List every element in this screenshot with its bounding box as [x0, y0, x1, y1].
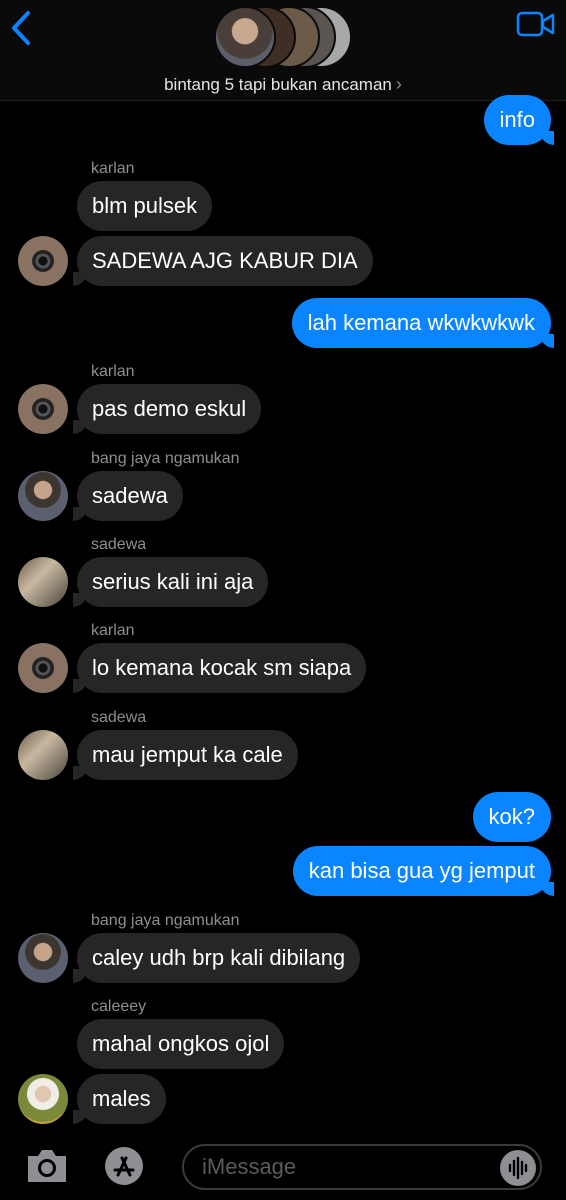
incoming-message[interactable]: blm pulsek — [77, 181, 213, 231]
incoming-message[interactable]: mau jemput ka cale — [77, 730, 298, 780]
chevron-right-icon: › — [395, 74, 402, 94]
outgoing-message[interactable]: kok? — [472, 792, 551, 842]
bubble-tail — [73, 766, 87, 780]
avatar-bang-jaya[interactable] — [18, 471, 68, 521]
sender-name: bang jaya ngamukan — [91, 450, 240, 467]
bubble-tail — [73, 593, 87, 607]
outgoing-message[interactable]: lah kemana wkwkwkwk — [291, 298, 551, 348]
sender-name: karlan — [91, 363, 135, 380]
incoming-message[interactable]: mahal ongkos ojol — [77, 1019, 285, 1069]
sender-name: caleeey — [91, 998, 147, 1015]
avatar-caleeey[interactable] — [18, 1074, 68, 1124]
group-title[interactable]: bintang 5 tapi bukan ancaman › — [0, 74, 566, 95]
bubble-tail — [73, 1110, 87, 1124]
avatar-karlan[interactable] — [18, 384, 68, 434]
video-call-button[interactable] — [516, 10, 556, 38]
imessage-placeholder: iMessage — [202, 1154, 297, 1179]
conversation-header: bintang 5 tapi bukan ancaman › — [0, 0, 566, 101]
sender-name: sadewa — [91, 536, 147, 553]
camera-icon — [28, 1150, 66, 1182]
audio-waveform-icon — [508, 1156, 528, 1180]
bubble-tail — [540, 131, 554, 145]
camera-button[interactable] — [24, 1146, 70, 1186]
incoming-message[interactable]: SADEWA AJG KABUR DIA — [77, 236, 373, 286]
incoming-message[interactable]: lo kemana kocak sm siapa — [77, 643, 367, 693]
incoming-message[interactable]: caley udh brp kali dibilang — [77, 933, 361, 983]
outgoing-message[interactable]: kan bisa gua yg jemput — [292, 846, 551, 896]
avatar-sadewa[interactable] — [18, 557, 68, 607]
imessage-input[interactable]: iMessage — [182, 1144, 542, 1190]
bubble-tail — [73, 679, 87, 693]
avatar-karlan[interactable] — [18, 643, 68, 693]
chevron-left-icon — [12, 11, 30, 45]
avatar-karlan[interactable] — [18, 236, 68, 286]
bubble-tail — [73, 420, 87, 434]
group-avatar-stack[interactable] — [214, 6, 354, 68]
group-avatar-1 — [214, 6, 276, 68]
bubble-tail — [540, 882, 554, 896]
sender-name: bang jaya ngamukan — [91, 912, 240, 929]
app-store-icon — [105, 1147, 143, 1185]
group-name: bintang 5 tapi bukan ancaman — [164, 75, 392, 94]
avatar-sadewa[interactable] — [18, 730, 68, 780]
avatar-bang-jaya[interactable] — [18, 933, 68, 983]
sender-name: sadewa — [91, 709, 147, 726]
incoming-message[interactable]: serius kali ini aja — [77, 557, 269, 607]
audio-message-button[interactable] — [500, 1150, 536, 1186]
incoming-message[interactable]: sadewa — [77, 471, 183, 521]
app-store-button[interactable] — [100, 1146, 150, 1186]
incoming-message[interactable]: males — [77, 1074, 166, 1124]
back-button[interactable] — [8, 10, 36, 46]
sender-name: karlan — [91, 622, 135, 639]
bubble-tail — [540, 334, 554, 348]
video-camera-icon — [516, 11, 555, 37]
sender-name: karlan — [91, 160, 135, 177]
bubble-tail — [73, 272, 87, 286]
bubble-tail — [73, 969, 87, 983]
incoming-message[interactable]: pas demo eskul — [77, 384, 262, 434]
bubble-tail — [73, 507, 87, 521]
